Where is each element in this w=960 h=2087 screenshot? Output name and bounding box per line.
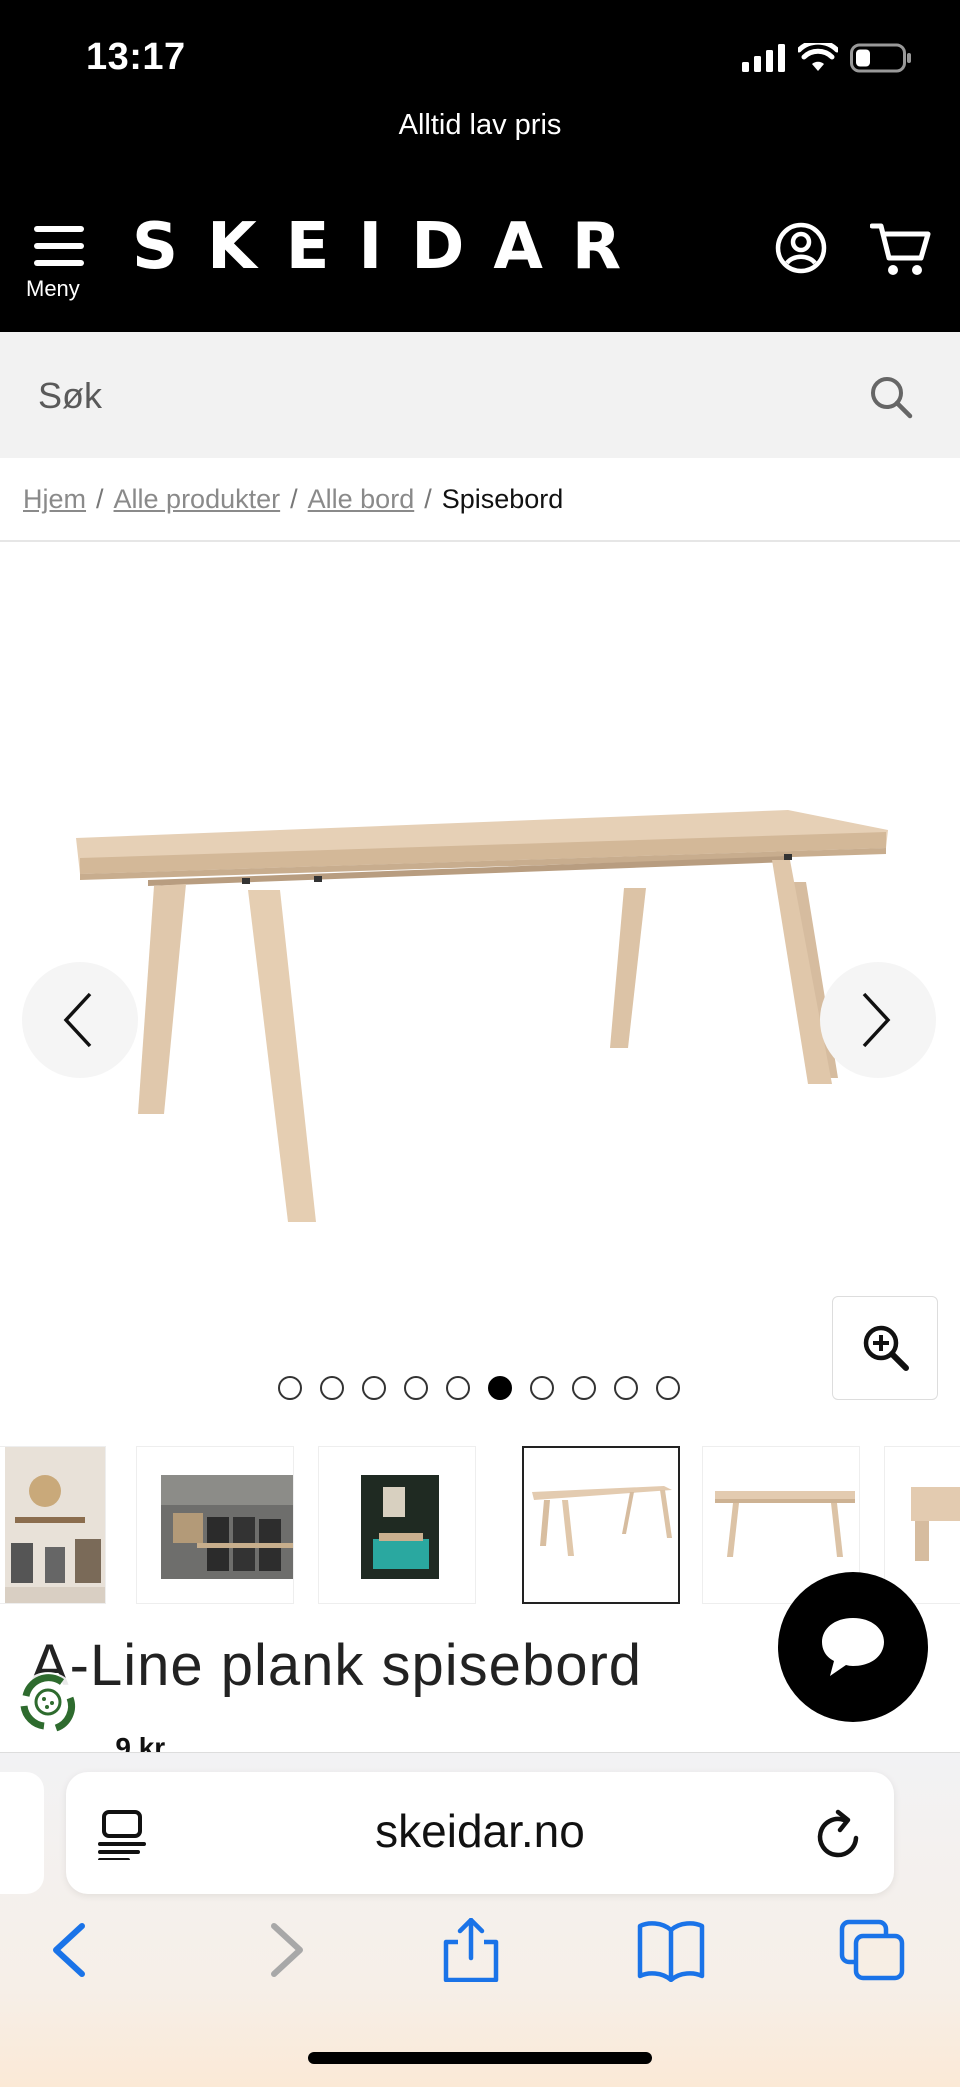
status-bar: 13:17 xyxy=(0,0,960,110)
thumbnail[interactable] xyxy=(884,1446,960,1604)
product-image[interactable] xyxy=(68,802,898,1222)
pagination-dot[interactable] xyxy=(530,1376,554,1400)
gallery-prev-button[interactable] xyxy=(22,962,138,1078)
tabs-icon[interactable] xyxy=(838,1918,908,1982)
breadcrumb-link-all-products[interactable]: Alle produkter xyxy=(114,484,281,515)
eco-badge-icon[interactable] xyxy=(14,1668,82,1736)
zoom-in-icon xyxy=(863,1325,909,1371)
pagination-dot[interactable] xyxy=(320,1376,344,1400)
breadcrumb: Hjem / Alle produkter / Alle bord / Spis… xyxy=(23,484,563,515)
forward-arrow-icon[interactable] xyxy=(246,1918,316,1982)
site-logo[interactable]: SKEIDAR xyxy=(132,210,650,284)
zoom-button[interactable] xyxy=(832,1296,938,1400)
hamburger-icon xyxy=(34,226,84,266)
previous-tab-preview[interactable] xyxy=(0,1772,44,1894)
pagination-dot[interactable] xyxy=(614,1376,638,1400)
thumbnail[interactable] xyxy=(136,1446,294,1604)
breadcrumb-separator: / xyxy=(424,484,432,514)
wifi-icon xyxy=(798,43,838,71)
chevron-left-icon xyxy=(63,992,92,1048)
chevron-right-icon xyxy=(862,992,891,1048)
cellular-signal-icon xyxy=(742,44,785,72)
menu-label: Meny xyxy=(26,276,80,301)
battery-icon xyxy=(850,43,911,73)
reload-icon[interactable] xyxy=(814,1808,864,1860)
gallery-pagination xyxy=(278,1376,680,1400)
url-text: skeidar.no xyxy=(375,1805,585,1857)
breadcrumb-link-all-tables[interactable]: Alle bord xyxy=(308,484,415,515)
share-icon[interactable] xyxy=(436,1918,506,1982)
product-price: ...9 kr xyxy=(92,1732,166,1752)
breadcrumb-separator: / xyxy=(290,484,298,514)
product-title: A-Line plank spisebord xyxy=(30,1633,643,1698)
thumbnail[interactable] xyxy=(0,1446,106,1604)
address-bar[interactable]: skeidar.no xyxy=(66,1772,894,1894)
bookmarks-icon[interactable] xyxy=(636,1918,706,1982)
status-icons xyxy=(742,40,912,76)
cart-icon[interactable] xyxy=(870,220,932,278)
status-time: 13:17 xyxy=(86,36,186,78)
menu-button[interactable]: Meny xyxy=(26,220,92,310)
breadcrumb-link-home[interactable]: Hjem xyxy=(23,484,86,515)
search-input[interactable] xyxy=(38,368,838,424)
thumbnail-selected[interactable] xyxy=(522,1446,680,1604)
pagination-dot-active[interactable] xyxy=(488,1376,512,1400)
back-arrow-icon[interactable] xyxy=(40,1918,110,1982)
pagination-dot[interactable] xyxy=(278,1376,302,1400)
pagination-dot[interactable] xyxy=(572,1376,596,1400)
promo-banner: Alltid lav pris xyxy=(0,100,960,150)
gallery-next-button[interactable] xyxy=(820,962,936,1078)
chat-button[interactable] xyxy=(778,1572,928,1722)
search-bar xyxy=(0,332,960,458)
pagination-dot[interactable] xyxy=(362,1376,386,1400)
site-header: Meny SKEIDAR xyxy=(0,150,960,332)
product-gallery xyxy=(0,542,960,1422)
thumbnail[interactable] xyxy=(318,1446,476,1604)
pagination-dot[interactable] xyxy=(404,1376,428,1400)
pagination-dot[interactable] xyxy=(656,1376,680,1400)
breadcrumb-current: Spisebord xyxy=(441,484,564,514)
account-icon[interactable] xyxy=(775,222,827,274)
pagination-dot[interactable] xyxy=(446,1376,470,1400)
search-icon[interactable] xyxy=(868,374,914,420)
home-indicator xyxy=(308,2052,652,2064)
chat-bubble-icon xyxy=(822,1618,884,1676)
breadcrumb-separator: / xyxy=(96,484,104,514)
